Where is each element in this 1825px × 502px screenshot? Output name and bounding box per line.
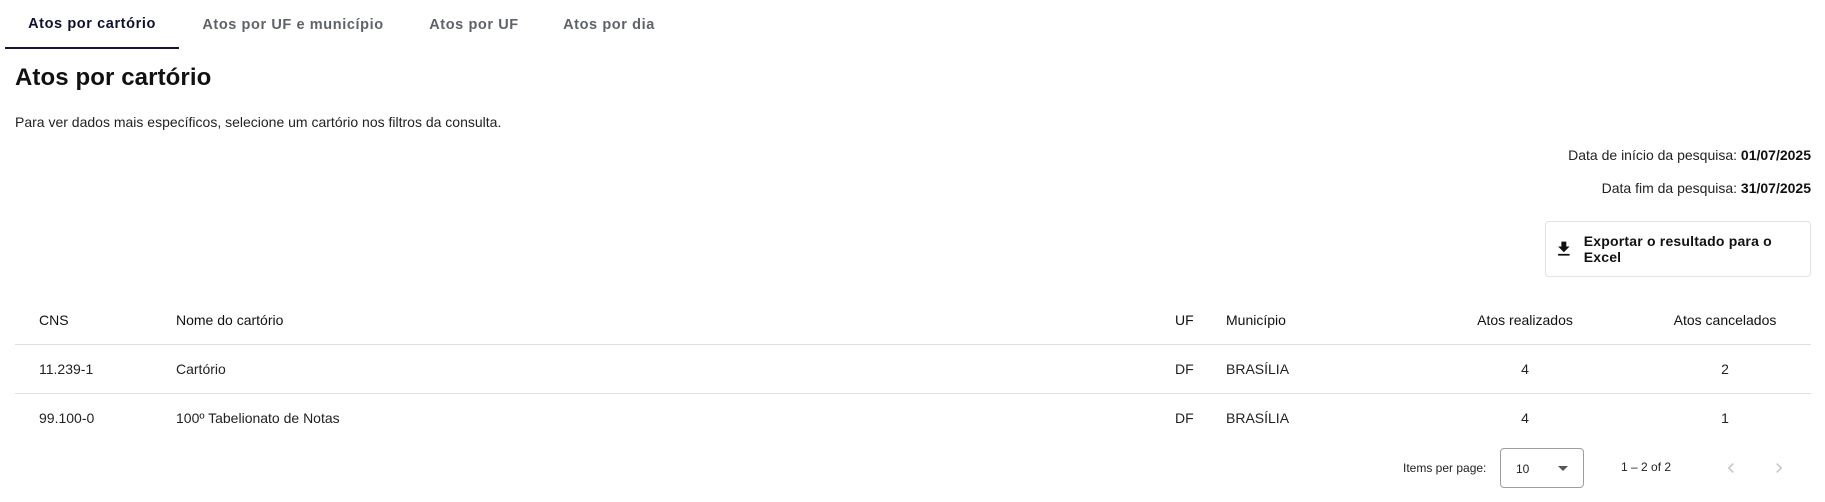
column-header-atos-cancelados: Atos cancelados: [1673, 311, 1777, 328]
export-button-label: Exportar o resultado para o Excel: [1583, 233, 1772, 265]
column-header-nome: Nome do cartório: [176, 311, 284, 328]
column-header-uf: UF: [1175, 311, 1194, 328]
items-per-page-value: 10: [1516, 462, 1530, 476]
cell-municipio: BRASÍLIA: [1226, 361, 1290, 377]
dropdown-arrow-icon: [1558, 466, 1568, 471]
cell-municipio: BRASÍLIA: [1226, 410, 1290, 426]
page-title: Atos por cartório: [15, 64, 212, 91]
search-start-date: Data de início da pesquisa: 01/07/2025: [1568, 147, 1811, 163]
start-date-label: Data de início da pesquisa:: [1568, 147, 1738, 163]
chevron-right-icon: [1776, 463, 1783, 473]
cell-cns: 99.100-0: [39, 410, 95, 426]
tab-atos-por-dia[interactable]: Atos por dia: [541, 0, 677, 49]
cell-uf: DF: [1175, 361, 1194, 377]
cell-nome: Cartório: [176, 361, 226, 377]
tab-atos-por-cartorio[interactable]: Atos por cartório: [5, 0, 179, 49]
tab-atos-por-uf[interactable]: Atos por UF: [407, 0, 541, 49]
search-end-date: Data fim da pesquisa: 31/07/2025: [1602, 180, 1811, 196]
cell-cns: 11.239-1: [39, 361, 94, 377]
previous-page-button[interactable]: [1715, 452, 1747, 484]
end-date-value: 31/07/2025: [1740, 180, 1811, 196]
items-per-page-select[interactable]: 10: [1500, 448, 1584, 488]
column-header-municipio: Município: [1226, 311, 1286, 328]
paginator: Items per page: 10 1 – 2 of 2: [0, 448, 1825, 490]
table-header-row: CNS Nome do cartório UF Município Atos r…: [15, 295, 1811, 345]
page-subtitle: Para ver dados mais específicos, selecio…: [15, 114, 502, 130]
items-per-page-label: Items per page:: [1403, 461, 1487, 475]
start-date-value: 01/07/2025: [1740, 147, 1811, 163]
next-page-button[interactable]: [1763, 452, 1795, 484]
export-excel-button[interactable]: Exportar o resultado para o Excel: [1545, 221, 1811, 277]
chevron-left-icon: [1727, 463, 1734, 473]
cell-uf: DF: [1175, 410, 1194, 426]
tab-atos-por-uf-e-municipio[interactable]: Atos por UF e município: [179, 0, 407, 49]
results-table: CNS Nome do cartório UF Município Atos r…: [15, 295, 1811, 442]
table-row: 11.239-1 Cartório DF BRASÍLIA 4 2: [15, 345, 1811, 394]
cell-nome: 100º Tabelionato de Notas: [176, 410, 340, 426]
download-icon: [1558, 241, 1570, 256]
table-row: 99.100-0 100º Tabelionato de Notas DF BR…: [15, 394, 1811, 442]
page-range-label: 1 – 2 of 2: [1621, 460, 1672, 474]
tab-bar: Atos por cartório Atos por UF e municípi…: [5, 0, 677, 49]
column-header-cns: CNS: [39, 311, 69, 328]
end-date-label: Data fim da pesquisa:: [1601, 180, 1738, 196]
cell-atos-cancelados: 1: [1721, 410, 1729, 426]
cell-atos-cancelados: 2: [1721, 361, 1729, 377]
